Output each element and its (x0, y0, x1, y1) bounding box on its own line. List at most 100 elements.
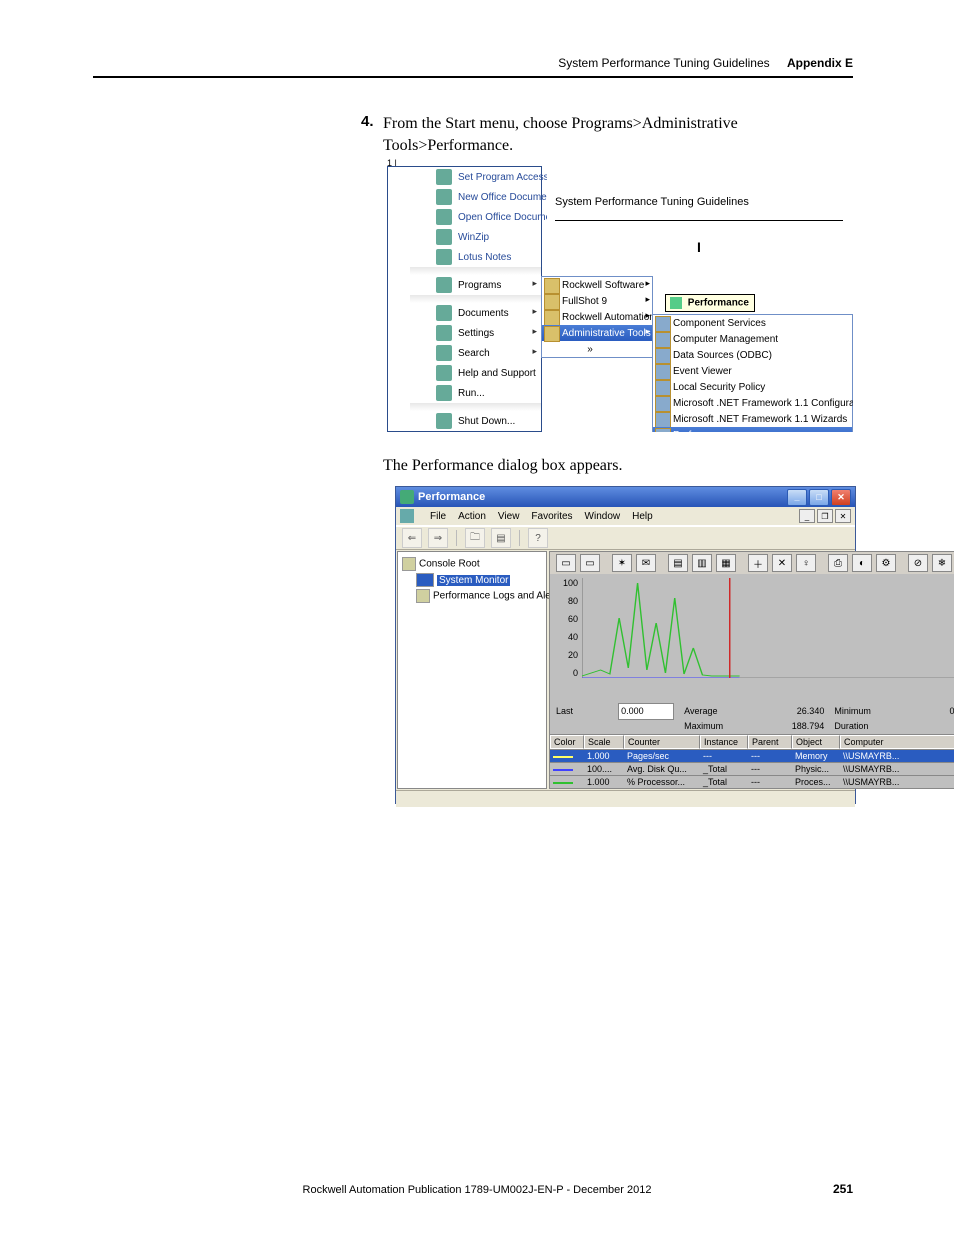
admin-tools-item[interactable]: Microsoft .NET Framework 1.1 Configurati… (653, 395, 852, 411)
screenshot-performance-window: Performance _ □ ✕ File Action View Favorite… (395, 486, 856, 804)
chart-tool-13[interactable]: ⊘ (908, 554, 928, 572)
menu-action[interactable]: Action (458, 511, 486, 522)
admin-tools-item[interactable]: Computer Management (653, 331, 852, 347)
admin-tools-item[interactable]: Local Security Policy (653, 379, 852, 395)
admin-tools-item[interactable]: Event Viewer (653, 363, 852, 379)
startmenu-item-icon (436, 345, 452, 361)
mdi-min[interactable]: _ (799, 509, 815, 523)
col-scale[interactable]: Scale (584, 735, 624, 749)
console-tree[interactable]: Console RootSystem MonitorPerformance Lo… (397, 551, 547, 789)
startmenu-pinned-item[interactable]: Open Office Document (410, 207, 541, 227)
startmenu-item-run-[interactable]: Run... (410, 383, 541, 403)
programs-item[interactable]: Rockwell Software (542, 277, 652, 293)
startmenu-pinned-item[interactable]: New Office Document (410, 187, 541, 207)
programs-item[interactable]: Administrative Tools (542, 325, 652, 341)
performance-tooltip: Performance (665, 294, 755, 312)
col-instance[interactable]: Instance (700, 735, 748, 749)
nav-back-button[interactable]: ⇐ (402, 528, 422, 548)
programs-item[interactable]: FullShot 9 (542, 293, 652, 309)
admin-tools-submenu[interactable]: Component ServicesComputer ManagementDat… (652, 314, 853, 432)
minimize-button[interactable]: _ (787, 489, 807, 506)
list-button[interactable]: ▤ (491, 528, 511, 548)
y-axis: 100806040200 (556, 578, 578, 678)
tree-item[interactable]: System Monitor (402, 572, 542, 588)
counter-table-header[interactable]: ColorScaleCounterInstanceParentObjectCom… (550, 734, 954, 749)
chart-tool-9[interactable]: ♀ (796, 554, 816, 572)
tree-root[interactable]: Console Root (402, 556, 542, 572)
chart-tool-1[interactable]: ▭ (580, 554, 600, 572)
close-button[interactable]: ✕ (831, 489, 851, 506)
menu-window[interactable]: Window (585, 511, 621, 522)
pinned-icon (436, 229, 452, 245)
startmenu-item-icon (436, 277, 452, 293)
startmenu-pinned-item[interactable]: WinZip (410, 227, 541, 247)
counter-row[interactable]: 1.000% Processor..._Total---Proces...\\U… (550, 775, 954, 788)
startmenu-item-search[interactable]: Search (410, 343, 541, 363)
page-number: 251 (833, 1182, 853, 1196)
up-button[interactable]: 🗀 (465, 528, 485, 548)
admin-tools-item[interactable]: Microsoft .NET Framework 1.1 Wizards (653, 411, 852, 427)
chart-tool-2[interactable]: ✶ (612, 554, 632, 572)
admin-tools-item[interactable]: Data Sources (ODBC) (653, 347, 852, 363)
mdi-restore[interactable]: ❐ (817, 509, 833, 523)
help-button[interactable]: ? (528, 528, 548, 548)
tool-icon (655, 316, 671, 332)
chart-tool-5[interactable]: ▥ (692, 554, 712, 572)
col-computer[interactable]: Computer (840, 735, 954, 749)
chart-tool-7[interactable]: ＋ (748, 554, 768, 572)
paragraph-dialog-appears: The Performance dialog box appears. (383, 457, 622, 475)
chart-tool-0[interactable]: ▭ (556, 554, 576, 572)
col-object[interactable]: Object (792, 735, 840, 749)
startmenu-item-documents[interactable]: Documents (410, 303, 541, 323)
chart-tool-4[interactable]: ▤ (668, 554, 688, 572)
chart-tool-6[interactable]: ▦ (716, 554, 736, 572)
console-root-icon (402, 557, 416, 571)
startmenu-item-shut-down-[interactable]: Shut Down... (410, 411, 541, 431)
titlebar[interactable]: Performance _ □ ✕ (396, 487, 855, 507)
startmenu-pinned-item[interactable]: Lotus Notes (410, 247, 541, 267)
chart-tool-11[interactable]: ◐ (852, 554, 872, 572)
chart-tool-14[interactable]: ❄ (932, 554, 952, 572)
menu-view[interactable]: View (498, 511, 520, 522)
sysmon-toolbar[interactable]: ▭▭✶✉▤▥▦＋✕♀⎙◐⚙⊘❄☼ (550, 552, 954, 574)
y-tick: 80 (556, 596, 578, 606)
tree-item[interactable]: Performance Logs and Alerts (402, 588, 542, 604)
chart-tool-3[interactable]: ✉ (636, 554, 656, 572)
chart-area[interactable]: 100806040200 (550, 574, 954, 700)
mmc-toolbar[interactable]: ⇐ ⇒ 🗀 ▤ ? (396, 526, 855, 550)
programs-item[interactable]: Rockwell Automation (542, 309, 652, 325)
counter-table[interactable]: ColorScaleCounterInstanceParentObjectCom… (550, 734, 954, 788)
admin-tools-item[interactable]: Component Services (653, 315, 852, 331)
programs-item[interactable]: » (542, 341, 652, 357)
tree-item-icon (416, 573, 434, 587)
last-value[interactable] (618, 703, 674, 720)
menu-help[interactable]: Help (632, 511, 653, 522)
startmenu-pinned-item[interactable]: Set Program Access and Defaults (410, 167, 541, 187)
window-title: Performance (418, 491, 485, 503)
startmenu-item-programs[interactable]: Programs (410, 275, 541, 295)
col-parent[interactable]: Parent (748, 735, 792, 749)
maximize-button[interactable]: □ (809, 489, 829, 506)
chart-tool-12[interactable]: ⚙ (876, 554, 896, 572)
avg-label: Average (684, 706, 723, 716)
tool-icon (655, 348, 671, 364)
menubar[interactable]: File Action View Favorites Window Help _ ❐ ✕ (396, 507, 855, 526)
nav-fwd-button[interactable]: ⇒ (428, 528, 448, 548)
sysmon-panel: ▭▭✶✉▤▥▦＋✕♀⎙◐⚙⊘❄☼ 100806040200 Last (549, 551, 954, 789)
counter-row[interactable]: 1.000Pages/sec------Memory\\USMAYRB... (550, 749, 954, 762)
programs-submenu[interactable]: Rockwell SoftwareFullShot 9Rockwell Auto… (541, 276, 653, 358)
chart-tool-10[interactable]: ⎙ (828, 554, 848, 572)
menu-file[interactable]: File (430, 511, 446, 522)
admin-tools-item[interactable]: Performance (653, 427, 852, 432)
col-counter[interactable]: Counter (624, 735, 700, 749)
chart-tool-8[interactable]: ✕ (772, 554, 792, 572)
mdi-close[interactable]: ✕ (835, 509, 851, 523)
mdi-controls[interactable]: _ ❐ ✕ (799, 509, 851, 523)
startmenu-item-settings[interactable]: Settings (410, 323, 541, 343)
start-menu[interactable]: Set Program Access and DefaultsNew Offic… (387, 166, 542, 432)
tool-icon (655, 428, 671, 432)
menu-favorites[interactable]: Favorites (531, 511, 572, 522)
counter-row[interactable]: 100....Avg. Disk Qu..._Total---Physic...… (550, 762, 954, 775)
col-color[interactable]: Color (550, 735, 584, 749)
startmenu-item-help-and-support[interactable]: Help and Support (410, 363, 541, 383)
